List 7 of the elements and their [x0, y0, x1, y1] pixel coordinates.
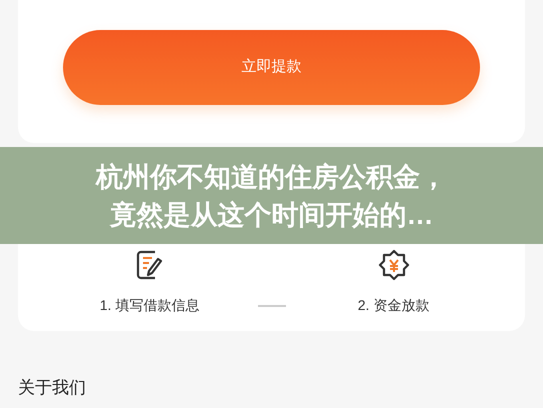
- section-title: 关于我们: [18, 377, 86, 399]
- withdraw-button[interactable]: 立即提款: [63, 30, 480, 105]
- step-label: 1. 填写借款信息: [100, 296, 200, 315]
- step-label: 2. 资金放款: [358, 296, 430, 315]
- coin-badge-icon: [378, 249, 410, 281]
- form-pen-icon: [134, 249, 164, 281]
- banner-title: 杭州你不知道的住房公积金，竟然是从这个时间开始的…: [94, 160, 448, 232]
